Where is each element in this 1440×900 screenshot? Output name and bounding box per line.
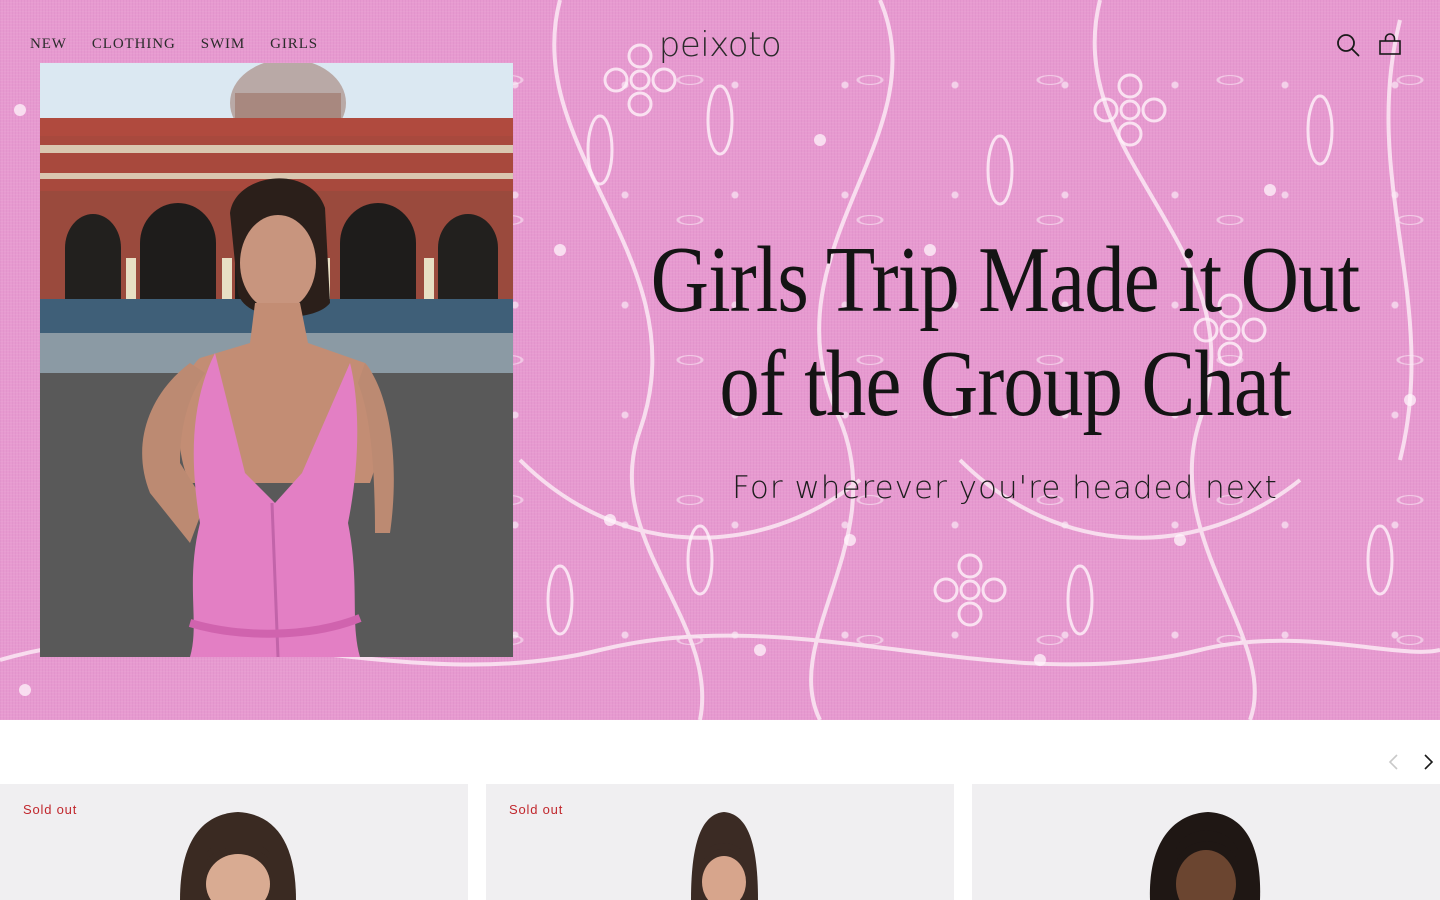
sold-out-badge: Sold out — [23, 802, 78, 817]
nav-link-girls[interactable]: GIRLS — [270, 36, 318, 53]
hero-subtitle: For wherever you're headed next — [732, 470, 1278, 506]
hero-title: Girls Trip Made it Out of the Group Chat — [650, 228, 1361, 436]
search-icon[interactable] — [1335, 32, 1361, 58]
chevron-left-icon[interactable] — [1383, 750, 1405, 774]
product-image — [1149, 812, 1261, 900]
nav-link-new[interactable]: NEW — [30, 36, 67, 53]
chevron-right-icon[interactable] — [1417, 750, 1439, 774]
hero-lifestyle-photo — [40, 63, 513, 657]
product-card[interactable] — [972, 784, 1440, 900]
nav-link-clothing[interactable]: CLOTHING — [92, 36, 176, 53]
nav-link-swim[interactable]: SWIM — [201, 36, 245, 53]
brand-logo[interactable]: peixoto — [658, 22, 782, 68]
shopping-bag-icon[interactable] — [1377, 32, 1403, 58]
main-nav: NEW CLOTHING SWIM GIRLS — [30, 36, 318, 53]
hero-banner[interactable]: NEW CLOTHING SWIM GIRLS peixoto Girls Tr… — [0, 0, 1440, 720]
product-card[interactable]: Sold out — [0, 784, 468, 900]
sold-out-badge: Sold out — [509, 802, 564, 817]
product-card[interactable]: Sold out — [486, 784, 954, 900]
